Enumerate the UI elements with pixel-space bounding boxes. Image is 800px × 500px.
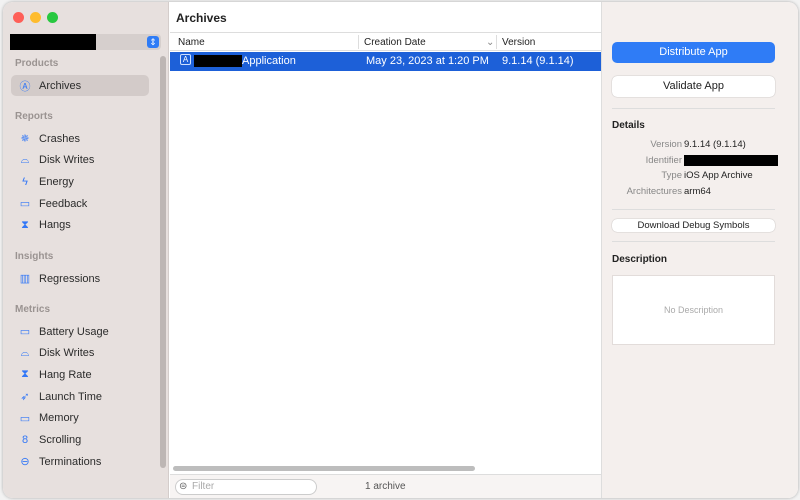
- rocket-icon: ➶: [20, 391, 30, 404]
- detail-key: Architectures: [626, 185, 682, 197]
- close-button[interactable]: [13, 12, 24, 23]
- sidebar-item-label: Energy: [39, 175, 74, 188]
- row-version: 9.1.14 (9.1.14): [502, 55, 574, 67]
- minimize-button[interactable]: [30, 12, 41, 23]
- disk-icon: ⌓: [20, 346, 30, 359]
- filter-icon: ⊜: [179, 481, 188, 492]
- sidebar-item-label: Scrolling: [39, 434, 82, 446]
- zoom-button[interactable]: [47, 12, 58, 23]
- details-heading: Details: [612, 120, 645, 131]
- section-products: Products: [15, 58, 59, 69]
- app-selector[interactable]: ⇕: [10, 34, 161, 50]
- section-insights: Insights: [15, 251, 54, 262]
- scroll-icon: 8: [21, 434, 29, 446]
- sidebar-item-label: Battery Usage: [39, 325, 109, 338]
- hourglass-icon: ⧗: [21, 218, 29, 231]
- crash-burst-icon: ✵: [20, 133, 30, 145]
- redacted-identifier: [684, 154, 778, 169]
- sidebar-item-label: Regressions: [39, 272, 101, 285]
- column-version[interactable]: Version: [502, 37, 535, 48]
- sidebar: ⇕ Products Ⓐ Archives Reports ✵ Crashes ⌓ Disk …: [3, 2, 169, 498]
- archives-list-pane: Archives Name Creation Date ⌄ Version A …: [170, 2, 601, 498]
- validate-app-button[interactable]: Validate App: [612, 76, 775, 97]
- sidebar-item-launch-time[interactable]: ➶ Launch Time: [11, 386, 149, 407]
- sidebar-item-disk-writes[interactable]: ⌓ Disk Writes: [11, 150, 149, 171]
- column-creation-date[interactable]: Creation Date: [364, 37, 426, 48]
- bottom-bar: ⊜ Filter 1 archive: [170, 474, 601, 498]
- detail-value: iOS App Archive: [684, 170, 753, 181]
- archive-count: 1 archive: [365, 481, 406, 492]
- sidebar-item-feedback[interactable]: ▭ Feedback: [11, 193, 149, 214]
- sidebar-item-terminations[interactable]: ⊖ Terminations: [11, 451, 149, 472]
- sidebar-scrollbar[interactable]: [160, 56, 166, 468]
- inspector-pane: Distribute App Validate App Details Vers…: [601, 2, 798, 498]
- sidebar-item-label: Hang Rate: [39, 368, 92, 381]
- distribute-app-button[interactable]: Distribute App: [612, 42, 775, 63]
- sort-chevron-icon[interactable]: ⌄: [486, 37, 494, 48]
- section-metrics: Metrics: [15, 304, 51, 315]
- sidebar-item-label: Launch Time: [39, 390, 102, 403]
- sidebar-item-label: Hangs: [39, 219, 71, 232]
- description-field[interactable]: No Description: [612, 275, 775, 345]
- bars-icon: ▥: [19, 273, 31, 285]
- memory-icon: ▭: [19, 412, 31, 425]
- row-name: Application: [242, 55, 296, 67]
- sidebar-item-archives[interactable]: Ⓐ Archives: [11, 75, 149, 96]
- detail-key: Version: [650, 139, 682, 150]
- column-headers: Name Creation Date ⌄ Version: [170, 32, 601, 51]
- detail-value: 9.1.14 (9.1.14): [684, 139, 746, 150]
- section-reports: Reports: [15, 111, 53, 122]
- sidebar-item-label: Archives: [39, 79, 82, 92]
- sidebar-item-label: Disk Writes: [39, 154, 95, 167]
- minus-circle-icon: ⊖: [20, 456, 30, 469]
- window-controls: [13, 12, 58, 23]
- detail-key: Type: [661, 170, 682, 181]
- sidebar-item-regressions[interactable]: ▥ Regressions: [11, 268, 149, 289]
- filter-placeholder: Filter: [192, 481, 215, 492]
- sidebar-item-label: Disk Writes: [39, 347, 95, 360]
- app-archive-icon: A: [180, 54, 191, 65]
- redacted-name: [194, 55, 242, 70]
- battery-icon: ▭: [19, 326, 31, 338]
- sidebar-item-scrolling[interactable]: 8 Scrolling: [11, 430, 149, 451]
- detail-key: Identifier: [645, 154, 682, 166]
- page-title: Archives: [176, 11, 227, 25]
- sidebar-item-energy[interactable]: ϟ Energy: [11, 171, 149, 192]
- download-debug-symbols-button[interactable]: Download Debug Symbols: [612, 219, 775, 232]
- detail-value: arm64: [684, 185, 711, 197]
- organizer-window: ⇕ Products Ⓐ Archives Reports ✵ Crashes ⌓ Disk …: [3, 2, 798, 498]
- chevron-updown-icon: ⇕: [147, 36, 159, 48]
- redacted-app-name: [10, 34, 96, 50]
- sidebar-item-label: Feedback: [39, 197, 88, 210]
- sidebar-item-label: Crashes: [39, 132, 80, 145]
- filter-input[interactable]: ⊜ Filter: [175, 479, 317, 495]
- sidebar-item-disk-writes[interactable]: ⌓ Disk Writes: [11, 343, 149, 364]
- app-store-icon: Ⓐ: [19, 80, 31, 93]
- horizontal-scrollbar[interactable]: [173, 466, 475, 471]
- sidebar-item-hangs[interactable]: ⧗ Hangs: [11, 215, 149, 236]
- column-name[interactable]: Name: [178, 37, 205, 48]
- sidebar-item-hang-rate[interactable]: ⧗ Hang Rate: [11, 364, 149, 385]
- sidebar-item-crashes[interactable]: ✵ Crashes: [11, 128, 149, 149]
- hourglass-icon: ⧗: [21, 368, 29, 381]
- sidebar-item-label: Memory: [39, 412, 79, 425]
- bolt-icon: ϟ: [22, 175, 28, 188]
- sidebar-item-label: Terminations: [39, 455, 102, 468]
- sidebar-item-memory[interactable]: ▭ Memory: [11, 408, 149, 429]
- table-row[interactable]: A Application May 23, 2023 at 1:20 PM 9.…: [170, 52, 601, 71]
- description-heading: Description: [612, 254, 668, 265]
- disk-icon: ⌓: [20, 153, 30, 166]
- speech-bubble-icon: ▭: [19, 198, 31, 211]
- sidebar-item-battery-usage[interactable]: ▭ Battery Usage: [11, 321, 149, 342]
- row-date: May 23, 2023 at 1:20 PM: [366, 55, 489, 67]
